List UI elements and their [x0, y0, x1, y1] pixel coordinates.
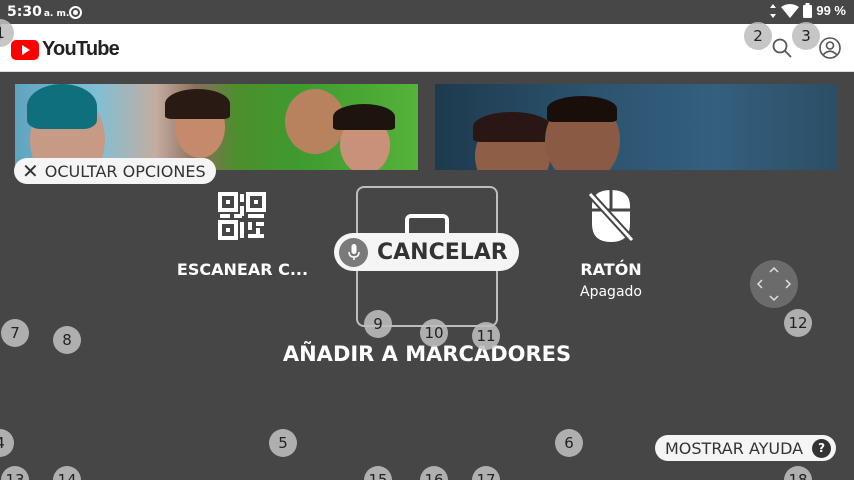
number-badge[interactable]: 6 [555, 429, 583, 457]
number-badge[interactable]: 11 [472, 322, 500, 350]
cancel-label: CANCELAR [377, 239, 508, 265]
cancel-button[interactable]: CANCELAR [334, 233, 519, 271]
number-badge[interactable]: 12 [784, 309, 812, 337]
status-ampm: a. m. [43, 9, 70, 19]
number-badge[interactable]: 9 [364, 310, 392, 338]
number-badge[interactable]: 8 [53, 326, 81, 354]
dpad-control[interactable] [750, 260, 798, 308]
record-indicator-icon [69, 6, 82, 19]
number-badge[interactable]: 5 [269, 429, 297, 457]
mouse-tile-state: Apagado [580, 284, 642, 300]
youtube-wordmark: YouTube [42, 38, 120, 60]
number-badge[interactable]: 7 [1, 319, 29, 347]
status-time: 5:30 a. m. [7, 4, 69, 20]
youtube-play-icon [11, 39, 39, 60]
hide-options-button[interactable]: ✕ OCULTAR OPCIONES [14, 158, 216, 184]
thumbnail-hair [547, 96, 617, 122]
status-icons: 99 % [769, 3, 846, 18]
number-badge[interactable]: 3 [792, 22, 820, 50]
battery-percent: 99 % [816, 3, 846, 18]
thumbnail-hair [27, 84, 97, 129]
help-icon: ? [812, 438, 832, 458]
thumbnail-hair [333, 104, 395, 130]
battery-icon [803, 3, 813, 18]
search-icon[interactable] [770, 36, 794, 60]
scan-tile-label[interactable]: ESCANEAR C... [170, 260, 315, 279]
mouse-tile-label[interactable]: RATÓN [555, 260, 667, 279]
youtube-logo[interactable]: YouTube [11, 38, 120, 61]
thumbnail-hair [473, 112, 551, 142]
mic-icon [339, 237, 368, 267]
show-help-button[interactable]: MOSTRAR AYUDA ? [655, 435, 837, 461]
dpad-arrows-icon [756, 266, 792, 302]
data-arrows-icon [770, 3, 777, 18]
close-icon: ✕ [22, 159, 39, 183]
status-time-value: 5:30 [7, 4, 42, 20]
status-bar: 5:30 a. m. 99 % [0, 0, 854, 24]
hide-options-label: OCULTAR OPCIONES [44, 161, 206, 181]
app-bar: YouTube [0, 24, 854, 72]
mouse-off-icon[interactable] [588, 188, 634, 244]
account-icon[interactable] [818, 36, 842, 60]
number-badge[interactable]: 2 [744, 22, 772, 50]
wifi-icon [781, 3, 800, 18]
show-help-label: MOSTRAR AYUDA [665, 438, 804, 458]
thumbnail-hair [165, 89, 230, 119]
number-badge[interactable]: 10 [420, 319, 448, 347]
qr-code-icon[interactable] [218, 192, 266, 240]
video-thumbnail[interactable] [435, 84, 838, 170]
